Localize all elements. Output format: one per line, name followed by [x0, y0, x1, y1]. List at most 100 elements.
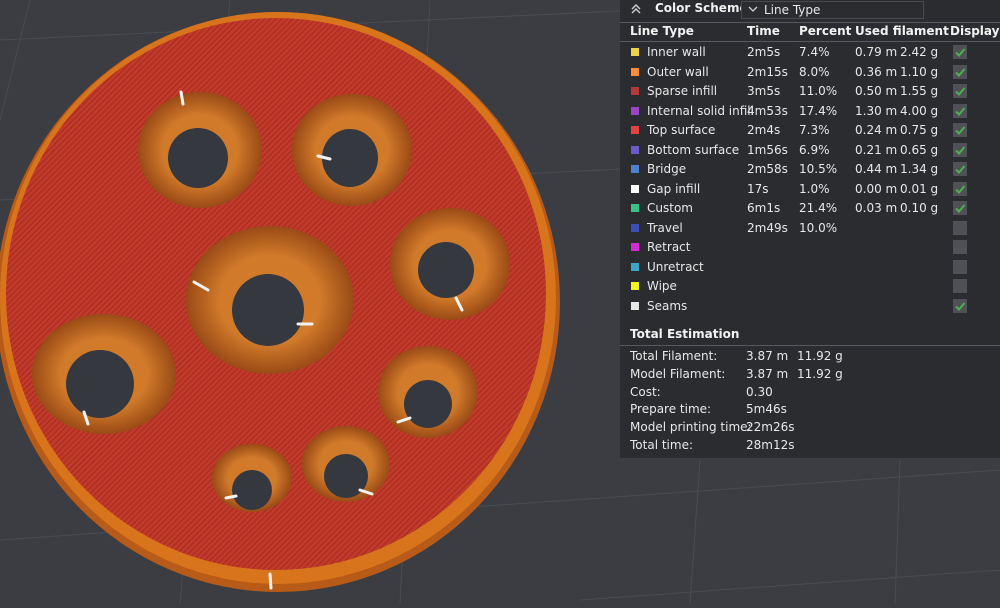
column-header-used-filament: Used filament — [855, 24, 949, 38]
legend-panel: Color Scheme Line Type Line Type Time Pe… — [620, 0, 1000, 458]
check-icon — [955, 204, 966, 213]
line-type-row: Internal solid infill 4m53s 17.4% 1.30 m 4.0… — [620, 102, 1000, 121]
color-swatch — [631, 301, 639, 310]
line-type-row: Unretract — [620, 258, 1000, 277]
display-checkbox[interactable] — [953, 259, 967, 274]
display-checkbox[interactable] — [953, 123, 967, 137]
display-checkbox[interactable] — [953, 298, 967, 313]
color-swatch — [631, 262, 639, 271]
estimation-stat-row: Total Filament: 3.87 m 11.92 g — [620, 349, 1000, 367]
line-type-time: 1m56s — [747, 142, 788, 157]
line-type-name: Outer wall — [647, 64, 709, 79]
line-type-name: Wipe — [647, 279, 677, 293]
display-checkbox[interactable] — [953, 84, 967, 98]
line-type-weight: 0.65 g — [900, 142, 939, 157]
line-type-length: 0.44 m — [855, 162, 898, 176]
hole — [138, 92, 262, 208]
stat-label: Model printing time: — [630, 420, 752, 435]
estimation-stat-row: Prepare time: 5m46s — [620, 402, 1000, 420]
color-swatch — [631, 126, 639, 134]
line-type-name: Sparse infill — [647, 84, 718, 98]
line-type-percent: 8.0% — [799, 64, 830, 79]
line-type-name: Seams — [647, 298, 688, 313]
line-type-time: 2m5s — [747, 45, 781, 59]
display-checkbox[interactable] — [953, 201, 967, 215]
estimation-stat-row: Model printing time: 22m26s — [620, 420, 1000, 438]
display-checkbox[interactable] — [953, 45, 967, 59]
stat-value-secondary: 11.92 g — [797, 366, 843, 381]
line-type-row: Bottom surface 1m56s 6.9% 0.21 m 0.65 g — [620, 141, 1000, 160]
color-scheme-title: Color Scheme — [655, 1, 748, 15]
print-model[interactable] — [0, 12, 560, 592]
line-type-name: Travel — [647, 220, 683, 235]
line-type-name: Custom — [647, 201, 693, 215]
color-scheme-header: Color Scheme Line Type — [620, 0, 1000, 22]
line-type-row: Retract — [620, 238, 1000, 257]
line-type-name: Bridge — [647, 162, 687, 176]
display-checkbox[interactable] — [953, 181, 967, 196]
line-type-percent: 21.4% — [799, 201, 838, 215]
collapse-icon[interactable] — [629, 2, 643, 16]
color-swatch — [631, 67, 639, 76]
line-type-time: 3m5s — [747, 84, 781, 98]
check-icon — [955, 126, 966, 135]
hole — [292, 94, 412, 206]
total-estimation-title: Total Estimation — [630, 327, 740, 341]
line-type-length: 0.03 m — [855, 201, 898, 215]
divider — [620, 345, 1000, 346]
line-type-name: Gap infill — [647, 181, 701, 196]
check-icon — [955, 87, 966, 96]
color-swatch — [631, 282, 639, 290]
line-type-weight: 0.75 g — [900, 123, 939, 137]
line-type-time: 2m15s — [747, 64, 788, 79]
line-type-length: 0.21 m — [855, 142, 898, 157]
column-header-time: Time — [747, 24, 780, 38]
stat-value: 22m26s — [746, 420, 795, 435]
line-type-percent: 10.0% — [799, 220, 838, 235]
line-type-time: 2m4s — [747, 123, 781, 137]
line-type-row: Travel 2m49s 10.0% — [620, 219, 1000, 238]
stat-label: Cost: — [630, 384, 661, 399]
stat-label: Model Filament: — [630, 366, 726, 381]
hole — [390, 208, 510, 320]
display-checkbox[interactable] — [953, 103, 967, 118]
display-checkbox[interactable] — [953, 220, 967, 235]
line-type-length: 0.79 m — [855, 45, 898, 59]
display-checkbox[interactable] — [953, 162, 967, 176]
color-swatch — [631, 184, 639, 193]
line-type-percent: 1.0% — [799, 181, 830, 196]
line-type-name: Top surface — [647, 123, 716, 137]
hole — [212, 444, 292, 512]
display-checkbox[interactable] — [953, 64, 967, 79]
estimation-stat-row: Cost: 0.30 — [620, 385, 1000, 403]
display-checkbox[interactable] — [953, 142, 967, 157]
line-type-time: 2m58s — [747, 162, 788, 176]
estimation-stat-row: Model Filament: 3.87 m 11.92 g — [620, 367, 1000, 385]
display-checkbox[interactable] — [953, 279, 967, 293]
line-type-name: Bottom surface — [647, 142, 740, 157]
line-type-percent: 6.9% — [799, 142, 830, 157]
line-type-weight: 4.00 g — [900, 103, 939, 118]
column-header-line-type: Line Type — [630, 24, 694, 38]
stat-value: 5m46s — [746, 402, 787, 417]
line-type-name: Internal solid infill — [647, 103, 754, 118]
color-swatch — [631, 145, 639, 154]
display-checkbox[interactable] — [953, 240, 967, 254]
line-type-time: 6m1s — [747, 201, 781, 215]
stat-value: 0.30 — [746, 384, 773, 399]
line-type-weight: 0.01 g — [900, 181, 939, 196]
divider — [620, 22, 1000, 23]
color-swatch — [631, 87, 639, 95]
color-swatch — [631, 165, 639, 173]
line-type-length: 1.30 m — [855, 103, 898, 118]
line-type-row: Seams — [620, 297, 1000, 316]
stat-label: Prepare time: — [630, 402, 712, 417]
color-swatch — [631, 204, 639, 212]
line-type-percent: 11.0% — [799, 84, 838, 98]
line-type-name: Retract — [647, 240, 691, 254]
line-type-weight: 1.55 g — [900, 84, 939, 98]
check-icon — [955, 67, 966, 77]
line-type-weight: 2.42 g — [900, 45, 939, 59]
column-header-display: Display — [950, 24, 1000, 38]
color-scheme-dropdown[interactable]: Line Type — [741, 1, 924, 19]
